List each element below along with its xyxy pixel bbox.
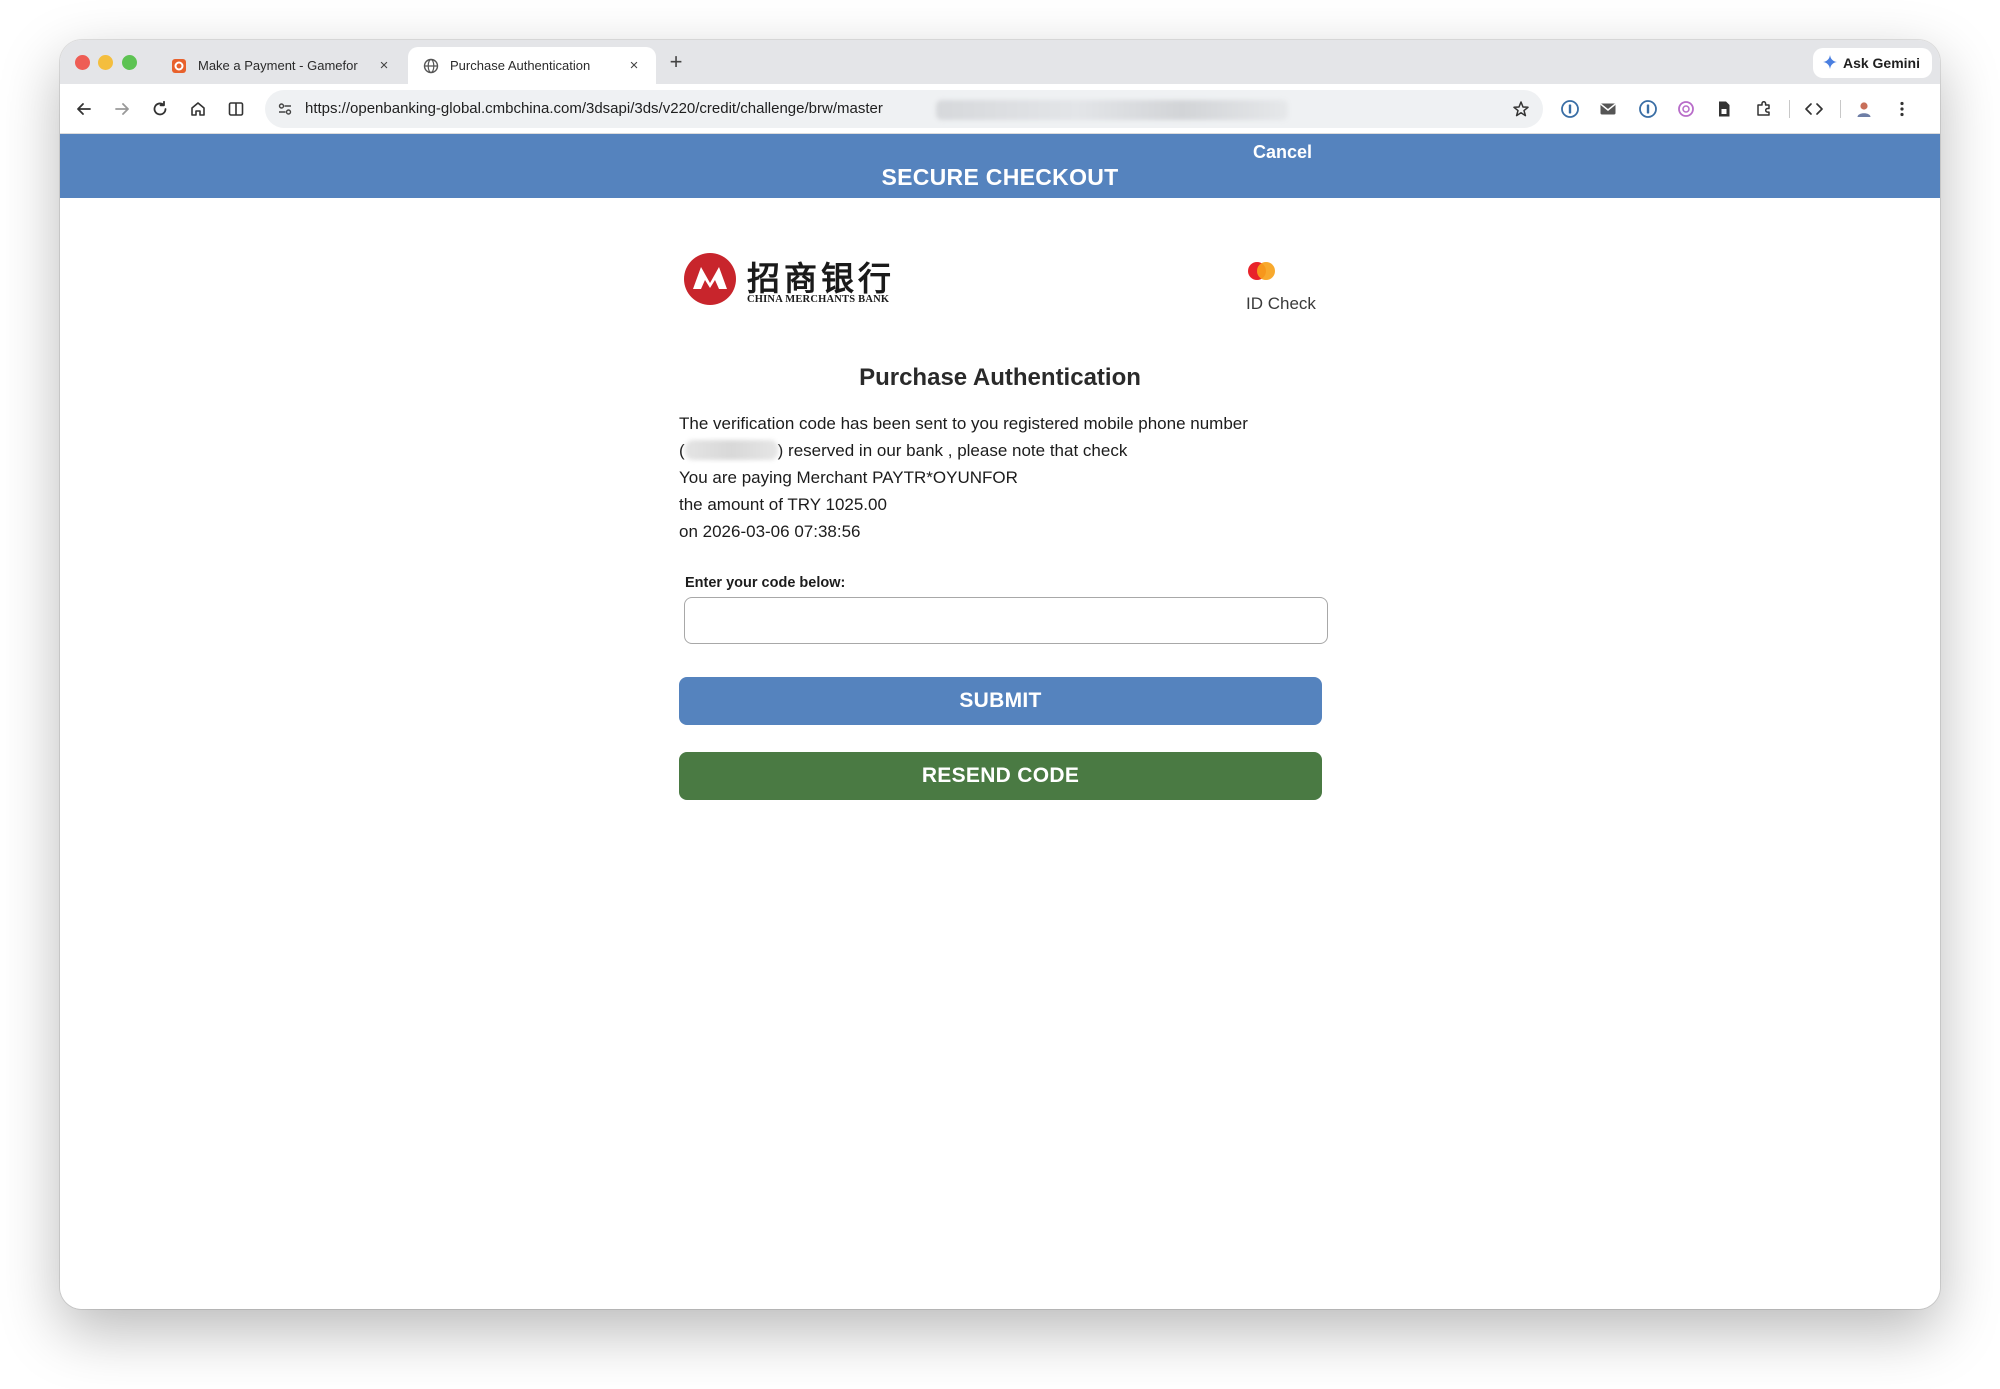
minimize-window-button[interactable] <box>98 55 113 70</box>
secure-checkout-header: SECURE CHECKOUT Cancel <box>60 134 1940 198</box>
submit-button[interactable]: SUBMIT <box>679 677 1322 725</box>
reading-mode-icon[interactable] <box>222 95 250 123</box>
gemini-sparkle-icon <box>1822 54 1837 72</box>
tab-close-icon[interactable]: × <box>624 57 644 74</box>
gamefor-favicon-icon <box>170 57 188 75</box>
page-title: SECURE CHECKOUT <box>881 164 1119 190</box>
auth-heading: Purchase Authentication <box>859 364 1141 391</box>
id-check-label: ID Check <box>1246 294 1316 313</box>
tab-title: Make a Payment - Gamefor <box>198 58 358 73</box>
mail-icon[interactable] <box>1596 97 1620 121</box>
bank-name-chinese: 招商银行 <box>747 259 895 298</box>
page-content: SECURE CHECKOUT Cancel 招商银行 CHINA MERCHA… <box>60 134 1940 1309</box>
toolbar-divider <box>1789 100 1790 118</box>
back-arrow-icon[interactable] <box>70 95 98 123</box>
new-tab-button[interactable]: + <box>662 49 690 77</box>
extensions-puzzle-icon[interactable] <box>1752 97 1776 121</box>
more-menu-icon[interactable] <box>1890 97 1914 121</box>
resend-code-button[interactable]: RESEND CODE <box>679 752 1322 800</box>
home-icon[interactable] <box>184 95 212 123</box>
document-icon[interactable] <box>1712 97 1736 121</box>
merchant-line: You are paying Merchant PAYTR*OYUNFOR <box>679 468 1018 487</box>
info-line-rest: ) reserved in our bank , please note tha… <box>777 441 1128 460</box>
bookmark-star-icon[interactable] <box>1511 99 1531 119</box>
password-manager-icon[interactable] <box>1558 97 1582 121</box>
code-brackets-icon[interactable] <box>1802 97 1826 121</box>
close-window-button[interactable] <box>75 55 90 70</box>
verification-code-input[interactable] <box>684 597 1328 644</box>
tab-close-icon[interactable]: × <box>374 57 394 74</box>
verification-info: The verification code has been sent to y… <box>679 410 1248 545</box>
browser-toolbar: https://openbanking-global.cmbchina.com/… <box>60 84 1940 134</box>
ask-gemini-button[interactable]: Ask Gemini <box>1812 48 1932 78</box>
ai-assistant-icon[interactable] <box>1674 97 1698 121</box>
mastercard-logo-icon <box>1248 262 1275 280</box>
reload-icon[interactable] <box>146 95 174 123</box>
info-line: ( ) reserved in our bank , please note th… <box>679 437 1248 464</box>
globe-icon <box>422 57 440 75</box>
tab-purchase-authentication[interactable]: Purchase Authentication × <box>408 47 656 84</box>
maximize-window-button[interactable] <box>122 55 137 70</box>
site-settings-icon[interactable] <box>275 99 295 119</box>
url-text[interactable]: https://openbanking-global.cmbchina.com/… <box>305 100 883 117</box>
profile-avatar-icon[interactable] <box>1852 97 1876 121</box>
cancel-link[interactable]: Cancel <box>1253 142 1312 163</box>
bank-name-english: CHINA MERCHANTS BANK <box>747 294 890 305</box>
date-line: on 2026-03-06 07:38:56 <box>679 522 861 541</box>
toolbar-divider <box>1840 100 1841 118</box>
tab-title: Purchase Authentication <box>450 58 591 73</box>
address-bar[interactable]: https://openbanking-global.cmbchina.com/… <box>265 90 1543 128</box>
paren-open: ( <box>679 441 685 460</box>
password-manager-icon[interactable] <box>1636 97 1660 121</box>
amount-line: the amount of TRY 1025.00 <box>679 495 887 514</box>
url-redacted <box>936 100 1288 120</box>
ask-gemini-label: Ask Gemini <box>1842 55 1920 71</box>
tab-strip: Make a Payment - Gamefor × Purchase Auth… <box>60 40 1940 84</box>
code-input-label: Enter your code below: <box>685 575 846 591</box>
forward-arrow-icon[interactable] <box>108 95 136 123</box>
info-line: The verification code has been sent to y… <box>679 414 1248 433</box>
cmb-emblem-icon <box>684 253 736 305</box>
browser-window: Make a Payment - Gamefor × Purchase Auth… <box>60 40 1940 1309</box>
tab-make-a-payment[interactable]: Make a Payment - Gamefor × <box>156 47 406 84</box>
phone-number-redacted <box>684 440 778 460</box>
